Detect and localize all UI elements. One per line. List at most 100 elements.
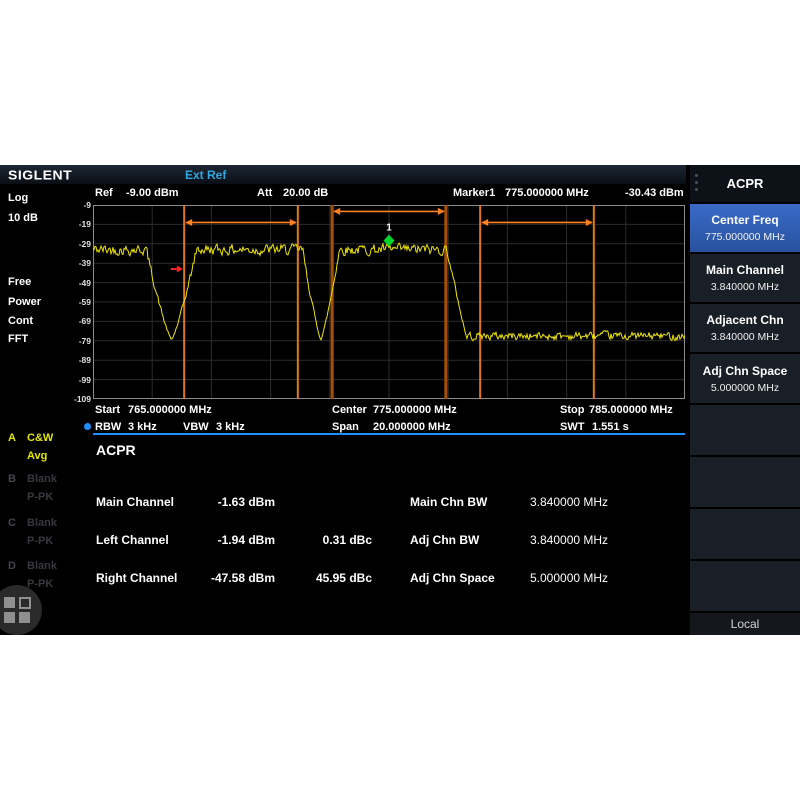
fft-mode: FFT xyxy=(8,333,28,345)
trace-d-detector: P-PK xyxy=(27,578,57,590)
stop-freq-value: 785.000000 MHz xyxy=(589,404,673,416)
result-row-value2: 3.840000 MHz xyxy=(530,495,608,509)
trigger-mode: Free xyxy=(8,276,31,288)
ref-level-value: -9.00 dBm xyxy=(126,187,179,199)
trace-c-legend[interactable]: CBlank P-PK xyxy=(8,517,57,547)
result-row-ratio: 0.31 dBc xyxy=(280,533,372,547)
page: SIGLENT Ext Ref Ref -9.00 dBm Att 20.00 … xyxy=(0,0,800,800)
vbw-value: 3 kHz xyxy=(216,421,245,433)
swt-value: 1.551 s xyxy=(592,421,629,433)
rbw-value: 3 kHz xyxy=(128,421,157,433)
ext-ref-indicator: Ext Ref xyxy=(185,168,226,182)
rbw-label: RBW xyxy=(95,421,121,433)
y-axis-tick-label: -29 xyxy=(58,239,91,249)
softkey-empty-slot[interactable] xyxy=(690,405,800,455)
trace-c-type: Blank xyxy=(27,517,57,529)
trace-c-id: C xyxy=(8,517,27,529)
span-value: 20.000000 MHz xyxy=(373,421,451,433)
arrowhead-right xyxy=(586,219,593,226)
scale-type: Log xyxy=(8,192,28,204)
softkey-adjacent-chn[interactable]: Adjacent Chn 3.840000 MHz xyxy=(690,304,800,352)
trace-b-detector: P-PK xyxy=(27,491,57,503)
marker-1-label: 1 xyxy=(386,223,392,234)
softkey-empty-slot[interactable] xyxy=(690,509,800,559)
attenuation-value: 20.00 dB xyxy=(283,187,328,199)
swt-label: SWT xyxy=(560,421,584,433)
arrowhead-left xyxy=(185,219,192,226)
main-display-area: SIGLENT Ext Ref Ref -9.00 dBm Att 20.00 … xyxy=(0,165,690,635)
y-axis-tick-label: -59 xyxy=(58,297,91,307)
grid-icon xyxy=(4,597,15,608)
result-row-label2: Adj Chn Space xyxy=(410,571,495,585)
local-button[interactable]: Local xyxy=(690,613,800,635)
top-bar: SIGLENT Ext Ref xyxy=(0,165,686,184)
trace-d-id: D xyxy=(8,560,27,572)
arrowhead-right xyxy=(438,208,445,215)
softkey-value: 5.000000 MHz xyxy=(711,382,779,394)
softkey-value: 775.000000 MHz xyxy=(705,231,785,243)
trace-a-id: A xyxy=(8,432,27,444)
vbw-label: VBW xyxy=(183,421,209,433)
menu-header: ACPR xyxy=(690,165,800,202)
trace-b-legend[interactable]: BBlank P-PK xyxy=(8,473,57,503)
marker-1-diamond xyxy=(384,235,395,247)
grid-icon xyxy=(19,612,30,623)
spectrum-display: 1 xyxy=(93,205,685,399)
separator-line xyxy=(93,433,685,435)
softkey-label: Adj Chn Space xyxy=(703,364,788,378)
trace-d-type: Blank xyxy=(27,560,57,572)
y-axis-tick-label: -19 xyxy=(58,219,91,229)
menu-title: ACPR xyxy=(727,176,764,191)
y-axis-tick-label: -99 xyxy=(58,375,91,385)
softkey-label: Main Channel xyxy=(706,263,784,277)
attenuation-label: Att xyxy=(257,187,272,199)
result-row-label: Left Channel xyxy=(96,533,169,547)
aux-marker-icon xyxy=(177,266,183,273)
trace-b-id: B xyxy=(8,473,27,485)
softkey-center-freq[interactable]: Center Freq 775.000000 MHz xyxy=(690,204,800,252)
softkey-label: Adjacent Chn xyxy=(706,313,783,327)
ref-level-label: Ref xyxy=(95,187,113,199)
start-freq-label: Start xyxy=(95,404,120,416)
arrowhead-right xyxy=(290,219,297,226)
rbw-coupled-indicator xyxy=(84,423,91,430)
marker-readout-label: Marker1 xyxy=(453,187,495,199)
y-axis-tick-label: -89 xyxy=(58,355,91,365)
grid-icon xyxy=(4,612,15,623)
result-row-value2: 5.000000 MHz xyxy=(530,571,608,585)
softkey-main-channel[interactable]: Main Channel 3.840000 MHz xyxy=(690,254,800,302)
result-row-power: -1.63 dBm xyxy=(175,495,275,509)
home-menu-button[interactable] xyxy=(0,585,42,635)
result-row-power: -1.94 dBm xyxy=(175,533,275,547)
menu-dots-icon[interactable] xyxy=(695,174,698,191)
result-row-label: Main Channel xyxy=(96,495,174,509)
analyzer-screen: SIGLENT Ext Ref Ref -9.00 dBm Att 20.00 … xyxy=(0,165,800,635)
marker-readout-ampl: -30.43 dBm xyxy=(625,187,684,199)
trace-a-type: C&W xyxy=(27,432,53,444)
softkey-menu: ACPR Center Freq 775.000000 MHz Main Cha… xyxy=(690,165,800,635)
result-row-value2: 3.840000 MHz xyxy=(530,533,608,547)
softkey-empty-slot[interactable] xyxy=(690,457,800,507)
trace-a-legend[interactable]: AC&W Avg xyxy=(8,432,53,462)
span-label: Span xyxy=(332,421,359,433)
softkey-empty-slot[interactable] xyxy=(690,561,800,611)
result-row-label: Right Channel xyxy=(96,571,177,585)
y-axis-tick-label: -39 xyxy=(58,258,91,268)
marker-readout-freq: 775.000000 MHz xyxy=(505,187,589,199)
sweep-mode: Cont xyxy=(8,315,33,327)
y-axis-tick-label: -49 xyxy=(58,278,91,288)
results-title: ACPR xyxy=(96,442,136,458)
y-axis-tick-label: -79 xyxy=(58,336,91,346)
siglent-logo: SIGLENT xyxy=(8,167,72,182)
softkey-adj-chn-space[interactable]: Adj Chn Space 5.000000 MHz xyxy=(690,354,800,403)
softkey-value: 3.840000 MHz xyxy=(711,281,779,293)
center-freq-label: Center xyxy=(332,404,367,416)
softkey-value: 3.840000 MHz xyxy=(711,331,779,343)
stop-freq-label: Stop xyxy=(560,404,584,416)
y-axis-tick-label: -69 xyxy=(58,316,91,326)
result-row-label2: Main Chn BW xyxy=(410,495,487,509)
trace-b-type: Blank xyxy=(27,473,57,485)
scale-per-div: 10 dB xyxy=(8,212,38,224)
y-axis-tick-label: -9 xyxy=(58,200,91,210)
softkey-label: Center Freq xyxy=(711,213,778,227)
